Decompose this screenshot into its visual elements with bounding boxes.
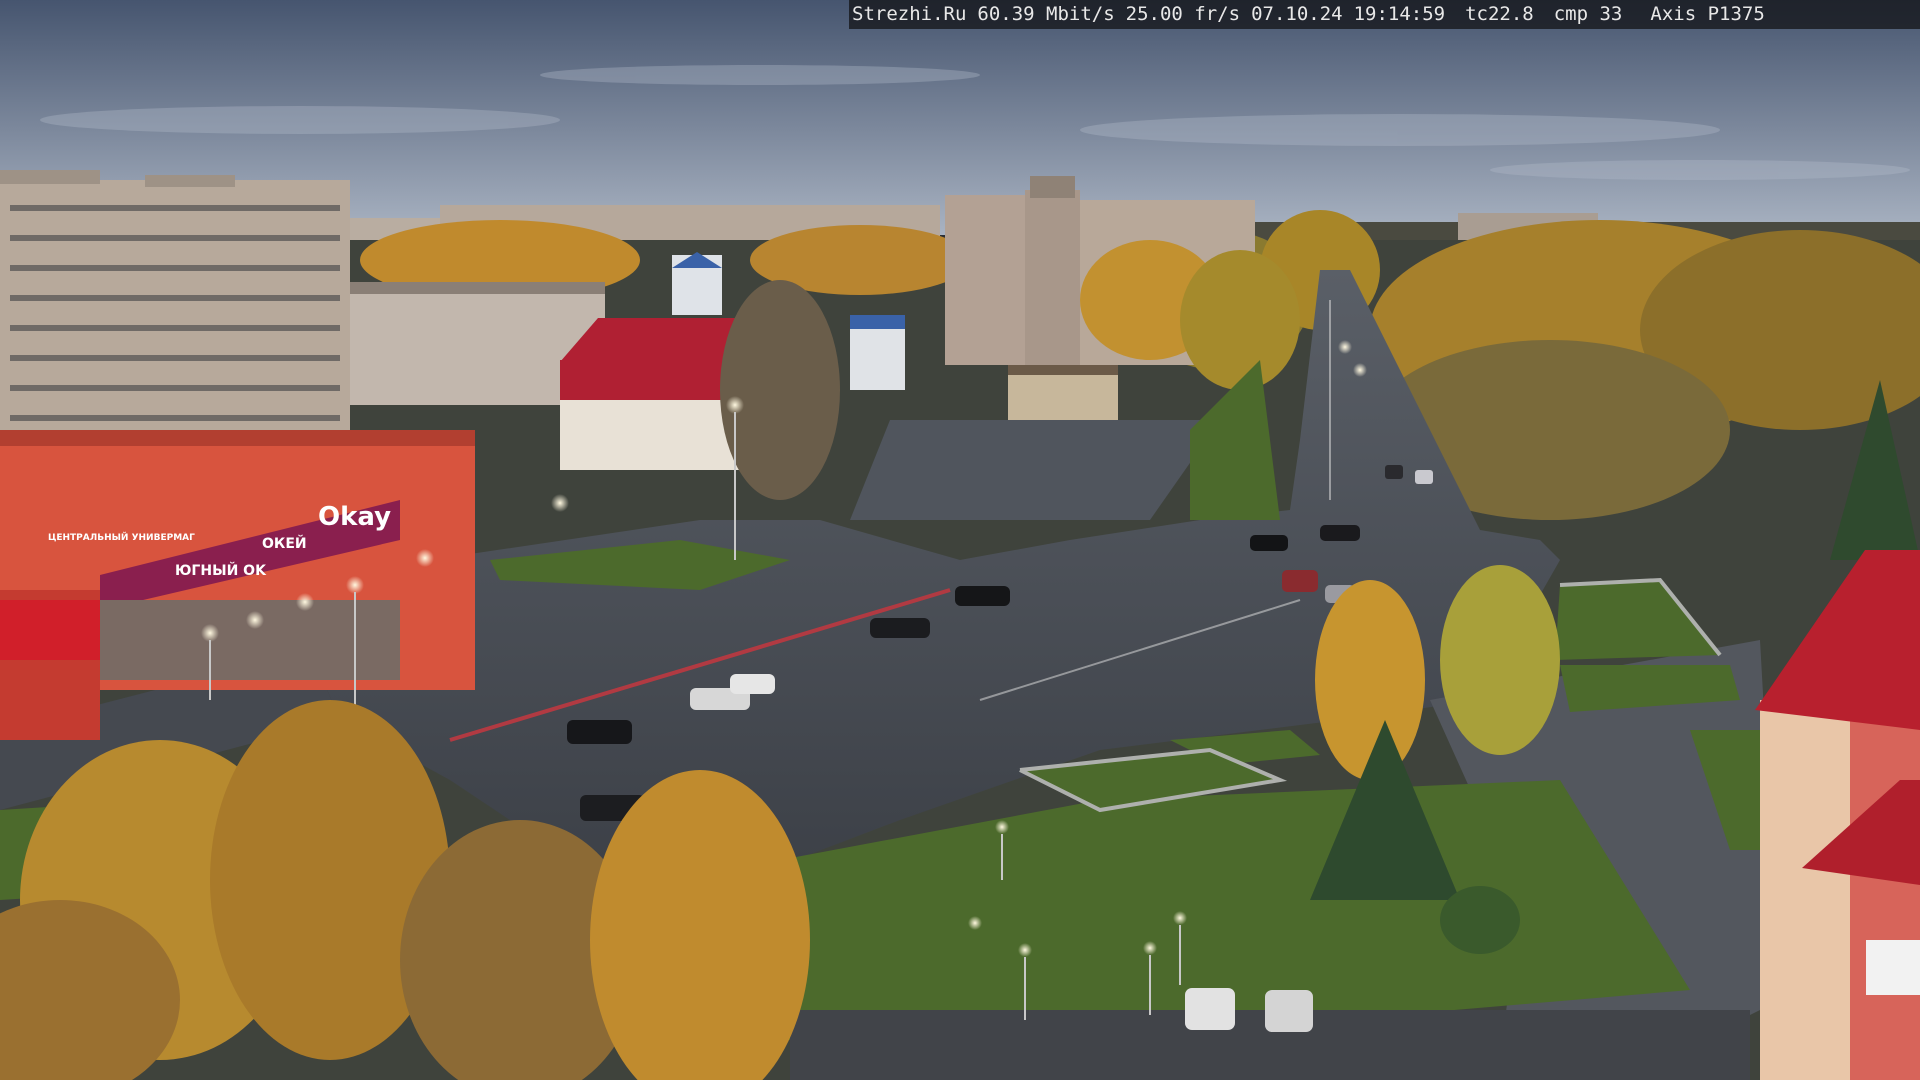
overlay-bitrate: 60.39 Mbit/s bbox=[977, 3, 1115, 25]
store-sign-left: ЮГНЫЙ OK bbox=[175, 562, 267, 579]
shop-label: ЦЕНТРАЛЬНЫЙ УНИВЕРМАГ bbox=[48, 531, 195, 543]
camera-info-overlay: Strezhi.Ru 60.39 Mbit/s 25.00 fr/s 07.10.24… bbox=[849, 0, 1920, 29]
overlay-framerate: 25.00 fr/s bbox=[1125, 3, 1241, 25]
red-roof-building bbox=[560, 318, 740, 470]
overlay-time: 19:14:59 bbox=[1353, 3, 1446, 25]
overlay-tc: tc22.8 bbox=[1465, 3, 1534, 25]
overlay-date: 07.10.24 bbox=[1251, 3, 1343, 25]
store-sign-mid: ОКЕЙ bbox=[262, 535, 307, 552]
webcam-frame: Okay ОКЕЙ ЮГНЫЙ OK ЦЕНТРАЛЬНЫЙ УНИВЕРМАГ bbox=[0, 0, 1920, 1080]
store-sign-main: Okay bbox=[318, 502, 391, 532]
overlay-cmp: cmp 33 bbox=[1553, 3, 1623, 25]
city-scene: Okay ОКЕЙ ЮГНЫЙ OK ЦЕНТРАЛЬНЫЙ УНИВЕРМАГ bbox=[0, 0, 1920, 1080]
overlay-site: Strezhi.Ru bbox=[852, 3, 967, 25]
kiosk-building bbox=[1008, 370, 1118, 422]
overlay-camera-model: Axis P1375 bbox=[1650, 3, 1765, 25]
